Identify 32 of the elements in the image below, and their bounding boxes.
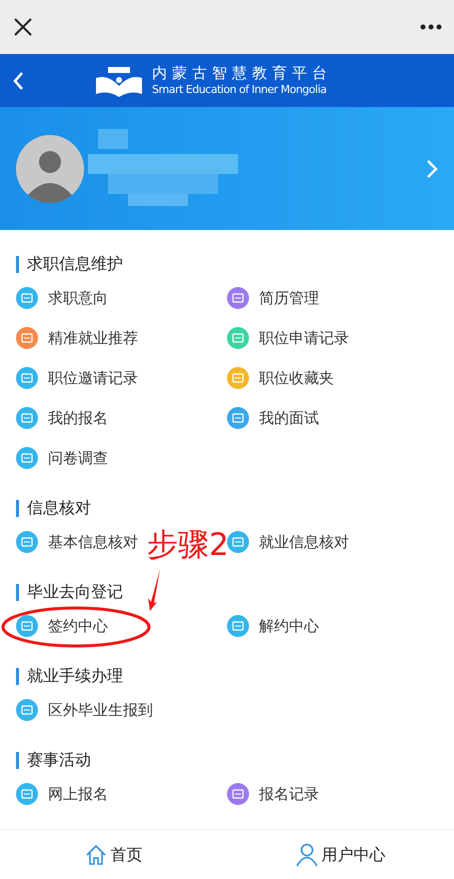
annotation-text: 步骤2 bbox=[147, 530, 229, 561]
menu-item[interactable]: 我的报名 bbox=[16, 406, 108, 430]
tab-button[interactable]: 首页 bbox=[0, 830, 227, 879]
section-title: 求职信息维护 bbox=[27, 253, 123, 275]
chevron-right-icon[interactable] bbox=[426, 158, 438, 178]
menu-item[interactable]: 职位邀请记录 bbox=[16, 366, 138, 390]
platform-subtitle: Smart Education of Inner Mongolia bbox=[152, 83, 328, 97]
menu-item[interactable]: 简历管理 bbox=[227, 286, 319, 310]
more-icon[interactable] bbox=[420, 24, 442, 30]
section-title: 毕业去向登记 bbox=[27, 581, 123, 603]
back-icon[interactable] bbox=[12, 70, 24, 90]
menu-item[interactable]: 区外毕业生报到 bbox=[16, 698, 153, 722]
menu-item[interactable]: 职位收藏夹 bbox=[227, 366, 334, 390]
menu-item[interactable]: 精准就业推荐 bbox=[16, 326, 138, 350]
section-title: 信息核对 bbox=[27, 497, 91, 519]
menu-item[interactable]: 基本信息核对 bbox=[16, 530, 138, 554]
avatar-icon bbox=[16, 134, 84, 202]
close-icon[interactable] bbox=[12, 16, 34, 38]
menu-item[interactable]: 就业信息核对 bbox=[227, 530, 349, 554]
menu-item[interactable]: 职位申请记录 bbox=[227, 326, 349, 350]
menu-item[interactable]: 报名记录 bbox=[227, 782, 319, 806]
tab-button[interactable]: 用户中心 bbox=[227, 830, 454, 879]
section-title: 就业手续办理 bbox=[27, 665, 123, 687]
menu-item[interactable]: 问卷调查 bbox=[16, 446, 108, 470]
user-icon bbox=[296, 842, 318, 866]
section-title: 赛事活动 bbox=[27, 749, 91, 771]
menu-item[interactable]: 网上报名 bbox=[16, 782, 108, 806]
platform-title: 内蒙古智慧教育平台 bbox=[152, 64, 332, 83]
home-icon bbox=[84, 844, 106, 866]
menu-item[interactable]: 求职意向 bbox=[16, 286, 108, 310]
menu-item[interactable]: 解约中心 bbox=[227, 614, 319, 638]
menu-item[interactable]: 我的面试 bbox=[227, 406, 319, 430]
